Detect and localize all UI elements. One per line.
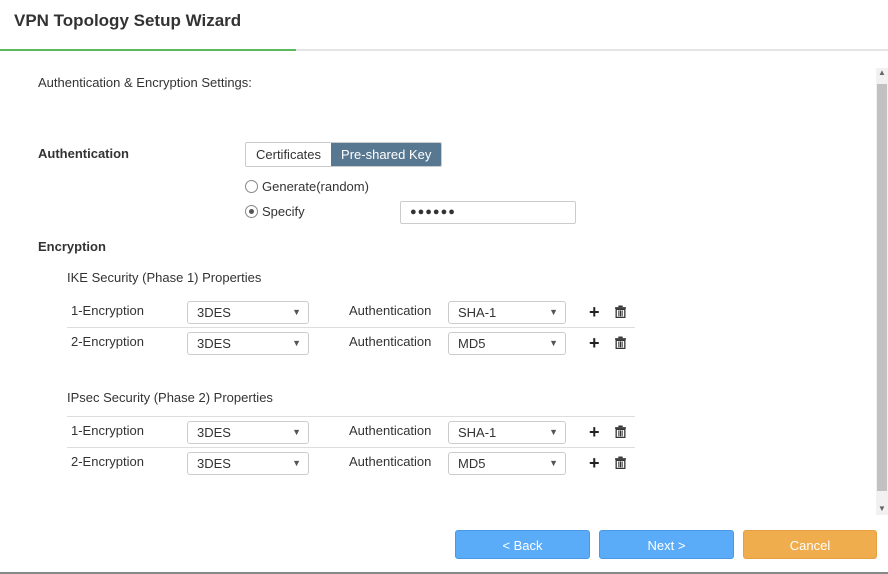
row-label: 1-Encryption — [71, 423, 144, 438]
tab-pre-shared-key[interactable]: Pre-shared Key — [331, 143, 442, 166]
trash-icon[interactable] — [614, 425, 626, 439]
row-label: 2-Encryption — [71, 454, 144, 469]
row-divider — [67, 327, 635, 328]
chevron-down-icon: ▼ — [549, 307, 558, 317]
auth-type-toggle: Certificates Pre-shared Key — [245, 142, 443, 167]
authentication-select[interactable]: SHA-1 ▼ — [448, 301, 566, 324]
auth-label: Authentication — [349, 303, 432, 318]
chevron-down-icon: ▼ — [549, 458, 558, 468]
select-value: 3DES — [197, 336, 231, 351]
section-heading: Authentication & Encryption Settings: — [38, 75, 252, 90]
encryption-select[interactable]: 3DES ▼ — [187, 452, 309, 475]
select-value: MD5 — [458, 336, 486, 351]
row-divider — [67, 447, 635, 448]
auth-label: Authentication — [349, 334, 432, 349]
select-value: SHA-1 — [458, 305, 497, 320]
radio-specify[interactable]: Specify — [245, 204, 305, 219]
chevron-down-icon: ▼ — [549, 427, 558, 437]
preshared-key-input[interactable]: ●●●●●● — [400, 201, 576, 224]
radio-label: Generate(random) — [262, 179, 369, 194]
radio-label: Specify — [262, 204, 305, 219]
scroll-down-icon[interactable]: ▼ — [878, 504, 886, 513]
chevron-down-icon: ▼ — [292, 458, 301, 468]
select-value: MD5 — [458, 456, 486, 471]
trash-icon[interactable] — [614, 336, 626, 350]
scroll-up-icon[interactable]: ▲ — [878, 68, 886, 77]
authentication-select[interactable]: SHA-1 ▼ — [448, 421, 566, 444]
trash-icon[interactable] — [614, 456, 626, 470]
select-value: 3DES — [197, 456, 231, 471]
row-divider — [67, 416, 635, 417]
authentication-label: Authentication — [38, 146, 129, 161]
radio-generate[interactable]: Generate(random) — [245, 179, 369, 194]
authentication-select[interactable]: MD5 ▼ — [448, 332, 566, 355]
next-button[interactable]: Next > — [599, 530, 734, 559]
plus-icon[interactable]: + — [589, 454, 600, 472]
chevron-down-icon: ▼ — [292, 307, 301, 317]
plus-icon[interactable]: + — [589, 303, 600, 321]
select-value: SHA-1 — [458, 425, 497, 440]
trash-icon[interactable] — [614, 305, 626, 319]
phase2-title: IPsec Security (Phase 2) Properties — [67, 390, 273, 405]
chevron-down-icon: ▼ — [292, 338, 301, 348]
plus-icon[interactable]: + — [589, 334, 600, 352]
authentication-select[interactable]: MD5 ▼ — [448, 452, 566, 475]
row-label: 1-Encryption — [71, 303, 144, 318]
auth-label: Authentication — [349, 454, 432, 469]
select-value: 3DES — [197, 305, 231, 320]
plus-icon[interactable]: + — [589, 423, 600, 441]
chevron-down-icon: ▼ — [549, 338, 558, 348]
phase1-title: IKE Security (Phase 1) Properties — [67, 270, 262, 285]
wizard-title: VPN Topology Setup Wizard — [14, 11, 242, 30]
radio-circle — [245, 180, 258, 193]
encryption-select[interactable]: 3DES ▼ — [187, 332, 309, 355]
cancel-button[interactable]: Cancel — [743, 530, 877, 559]
encryption-select[interactable]: 3DES ▼ — [187, 421, 309, 444]
encryption-label: Encryption — [38, 239, 106, 254]
scrollbar-thumb[interactable] — [877, 84, 887, 491]
chevron-down-icon: ▼ — [292, 427, 301, 437]
radio-circle-selected — [245, 205, 258, 218]
tab-certificates[interactable]: Certificates — [246, 143, 331, 166]
auth-label: Authentication — [349, 423, 432, 438]
progress-bar — [0, 49, 296, 51]
back-button[interactable]: < Back — [455, 530, 590, 559]
row-label: 2-Encryption — [71, 334, 144, 349]
select-value: 3DES — [197, 425, 231, 440]
encryption-select[interactable]: 3DES ▼ — [187, 301, 309, 324]
